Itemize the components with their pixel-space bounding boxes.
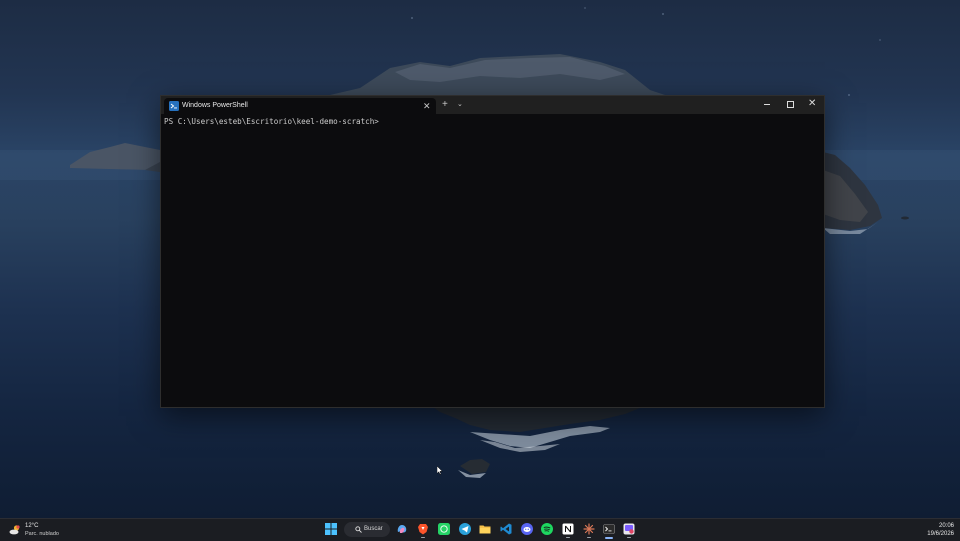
taskbar-app-telegram[interactable] (458, 522, 472, 537)
snipping-tool-icon (623, 523, 635, 535)
tab-close-icon[interactable]: ✕ (423, 100, 431, 112)
search-label: Buscar (364, 526, 383, 532)
taskbar-app-terminal[interactable] (602, 522, 616, 539)
tab-title: Windows PowerShell (182, 102, 248, 109)
spotify-icon (541, 523, 553, 535)
notion-icon (562, 523, 574, 535)
folder-icon (479, 525, 491, 534)
whatsapp-icon (438, 523, 450, 535)
clock-time: 20:06 (938, 523, 954, 529)
close-button[interactable]: ✕ (802, 96, 824, 114)
new-tab-button[interactable]: + (442, 99, 448, 111)
system-clock[interactable]: 20:06 19/6/2026 (920, 522, 954, 538)
powershell-window[interactable]: Windows PowerShell ✕ + ⌄ ✕ PS C:\Users\e… (160, 95, 825, 408)
running-indicator (587, 537, 591, 538)
taskbar-app-claude[interactable] (582, 522, 596, 538)
terminal-content[interactable]: PS C:\Users\esteb\Escritorio\keel-demo-s… (161, 114, 824, 407)
terminal-icon (603, 524, 615, 534)
minimize-icon (764, 104, 770, 105)
taskbar-app-notion[interactable] (561, 522, 575, 538)
taskbar-search-button[interactable]: Buscar (344, 522, 390, 537)
partly-cloudy-icon (9, 525, 20, 535)
windows-logo-icon (325, 523, 337, 535)
powershell-icon (169, 101, 179, 111)
discord-icon (521, 523, 533, 535)
vscode-icon (500, 523, 512, 535)
mouse-cursor-icon (437, 466, 443, 475)
weather-widget[interactable]: 12°C Parc. nublado (8, 521, 78, 539)
active-indicator (605, 537, 613, 539)
maximize-icon (787, 101, 794, 108)
copilot-icon (397, 525, 407, 533)
brave-icon (418, 524, 428, 535)
taskbar-app-vscode[interactable] (499, 522, 513, 537)
close-icon: ✕ (808, 98, 817, 109)
chevron-down-icon[interactable]: ⌄ (457, 99, 463, 111)
taskbar: 12°C Parc. nublado Buscar 20:06 19/6/202… (0, 518, 960, 541)
running-indicator (566, 537, 570, 538)
running-indicator (421, 537, 425, 538)
taskbar-app-spotify[interactable] (540, 522, 554, 537)
weather-condition: Parc. nublado (25, 531, 59, 537)
search-icon (355, 526, 362, 533)
tab-windows-powershell[interactable]: Windows PowerShell ✕ (164, 98, 436, 114)
taskbar-app-copilot[interactable] (395, 522, 409, 537)
taskbar-app-snipping-tool[interactable] (622, 522, 636, 538)
telegram-icon (459, 523, 471, 535)
taskbar-app-brave[interactable] (416, 522, 430, 538)
weather-temperature: 12°C (25, 523, 39, 529)
clock-date: 19/6/2026 (927, 531, 954, 537)
taskbar-app-whatsapp[interactable] (437, 522, 451, 537)
taskbar-app-discord[interactable] (520, 522, 534, 537)
window-titlebar[interactable]: Windows PowerShell ✕ + ⌄ ✕ (161, 96, 824, 114)
running-indicator (627, 537, 631, 538)
claude-icon (583, 523, 595, 535)
start-button[interactable] (325, 523, 337, 535)
taskbar-app-file-explorer[interactable] (478, 522, 492, 537)
minimize-button[interactable] (758, 96, 780, 114)
prompt-line: PS C:\Users\esteb\Escritorio\keel-demo-s… (164, 117, 379, 126)
maximize-button[interactable] (780, 96, 802, 114)
